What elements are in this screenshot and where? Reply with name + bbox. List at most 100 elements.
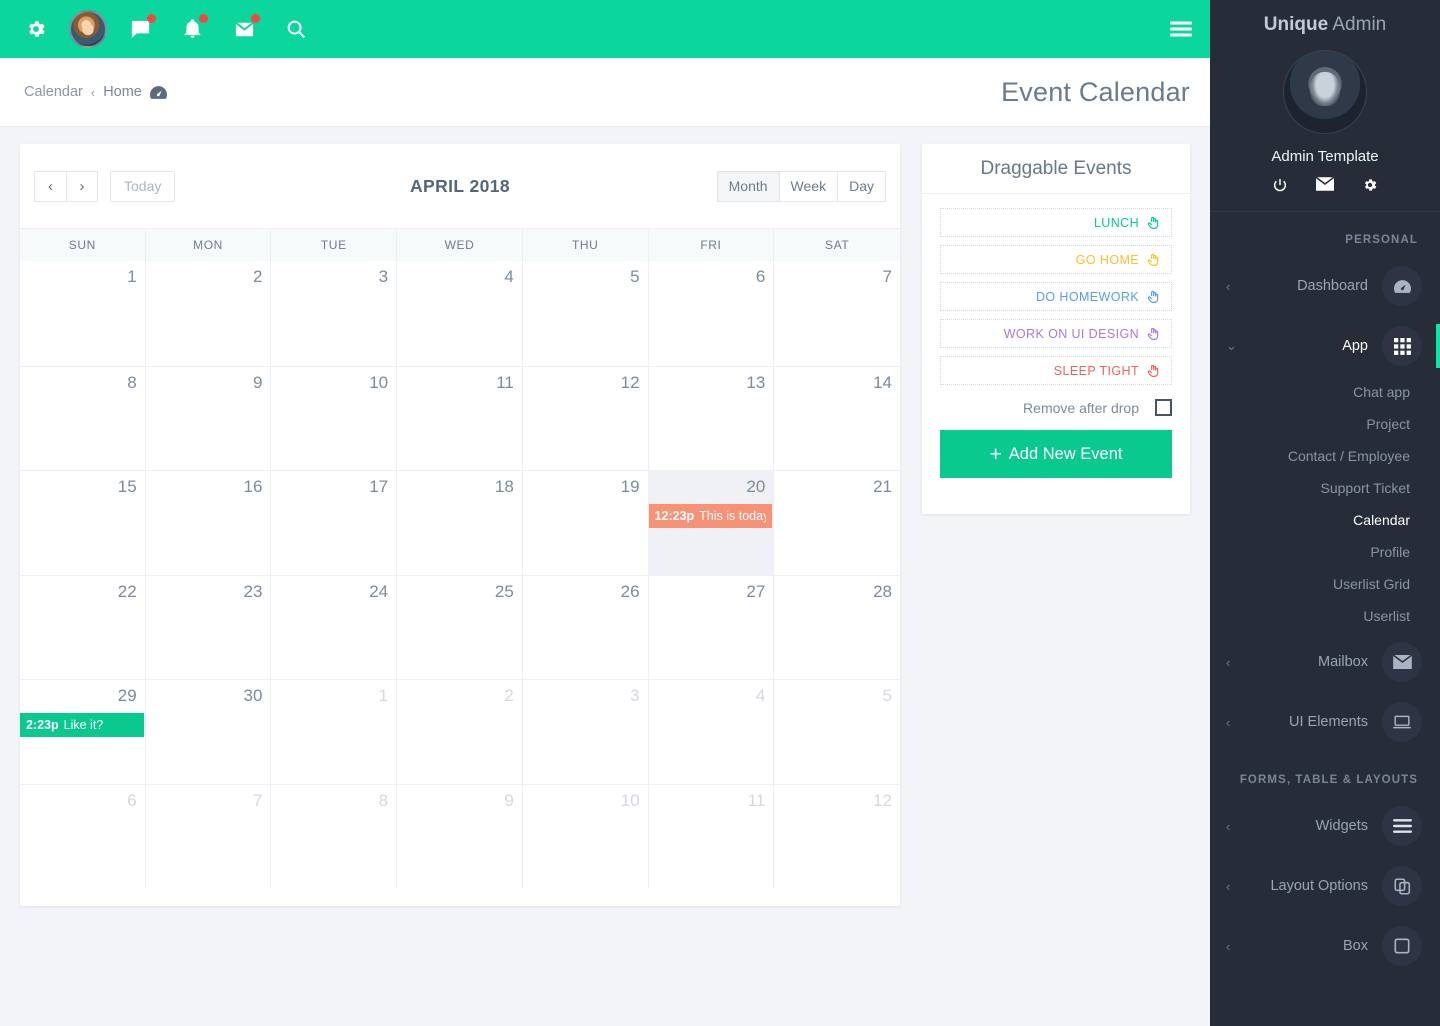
draggable-event-item[interactable]: SLEEP TIGHT	[940, 356, 1172, 385]
calendar-day-cell[interactable]: 3	[523, 680, 649, 784]
calendar-day-cell[interactable]: 16	[146, 471, 272, 575]
calendar-day-cell[interactable]: 14	[774, 367, 900, 471]
drag-hand-icon	[1146, 215, 1161, 230]
calendar-day-cell[interactable]: 7	[774, 261, 900, 366]
calendar-day-cell[interactable]: 1	[271, 680, 398, 784]
calendar-day-cell[interactable]: 23	[146, 575, 272, 679]
envelope-icon	[1382, 642, 1422, 682]
calendar-day-cell[interactable]: 17	[271, 471, 398, 575]
gear-icon[interactable]	[10, 0, 62, 58]
calendar-day-cell[interactable]: 26	[523, 575, 649, 679]
draggable-event-item[interactable]: LUNCH	[940, 208, 1172, 237]
calendar-day-cell[interactable]: 4	[397, 261, 523, 366]
draggable-event-item[interactable]: DO HOMEWORK	[940, 282, 1172, 311]
sidebar-subitem-userlist-grid[interactable]: Userlist Grid	[1210, 568, 1440, 600]
calendar-day-cell[interactable]: 15	[20, 471, 146, 575]
sidebar-item-layout-options[interactable]: ‹ Layout Options	[1210, 856, 1440, 916]
breadcrumb-bar: Calendar ‹ Home Event Calendar	[0, 58, 1210, 126]
sidebar-item-box[interactable]: ‹ Box	[1210, 916, 1440, 976]
chevron-left-icon: ‹	[1226, 714, 1231, 730]
calendar-day-cell[interactable]: 9	[146, 366, 272, 470]
menu-toggle-button[interactable]	[1170, 19, 1192, 40]
calendar-day-cell[interactable]: 10	[523, 784, 649, 888]
sidebar-item-dashboard[interactable]: ‹ Dashboard	[1210, 256, 1440, 316]
envelope-icon[interactable]	[1316, 177, 1334, 193]
profile-avatar[interactable]	[1283, 50, 1367, 134]
remove-after-drop-row: Remove after drop	[940, 399, 1172, 416]
view-button-week[interactable]: Week	[778, 170, 838, 202]
calendar-day-cell[interactable]: 6	[20, 784, 146, 888]
calendar-day-cell[interactable]: 6	[649, 261, 775, 366]
calendar-event[interactable]: 2:23p Like it?	[20, 713, 144, 737]
calendar-day-cell[interactable]: 13	[649, 366, 775, 470]
calendar-day-cell[interactable]: 11	[397, 366, 523, 470]
next-month-button[interactable]: ›	[66, 170, 98, 202]
sidebar-brand[interactable]: Unique Admin	[1210, 0, 1440, 36]
calendar-day-cell[interactable]: 30	[146, 680, 272, 784]
calendar-day-cell[interactable]: 20 12:23p This is today	[648, 471, 775, 575]
calendar-day-cell[interactable]: 29 2:23p Like it?	[20, 680, 146, 784]
calendar-day-cell[interactable]: 8	[20, 366, 146, 470]
view-button-month[interactable]: Month	[716, 170, 779, 202]
calendar-day-cell[interactable]: 27	[649, 575, 775, 679]
envelope-icon[interactable]	[218, 0, 270, 58]
breadcrumb-home-link[interactable]: Home	[103, 84, 142, 100]
sidebar-item-ui-elements[interactable]: ‹ UI Elements	[1210, 692, 1440, 752]
sidebar-subitem-calendar[interactable]: Calendar	[1210, 504, 1440, 536]
day-number: 15	[117, 477, 137, 496]
sidebar-item-label: UI Elements	[1289, 714, 1368, 730]
prev-month-button[interactable]: ‹	[34, 170, 66, 202]
search-icon[interactable]	[270, 0, 322, 58]
calendar-day-cell[interactable]: 12	[523, 366, 649, 470]
sidebar-subitem-profile[interactable]: Profile	[1210, 536, 1440, 568]
day-header: FRI	[648, 229, 775, 261]
today-button[interactable]: Today	[110, 170, 176, 202]
sidebar-subitem-chat-app[interactable]: Chat app	[1210, 376, 1440, 408]
bell-icon[interactable]	[166, 0, 218, 58]
sidebar-subitem-support-ticket[interactable]: Support Ticket	[1210, 472, 1440, 504]
sidebar-subitem-contact-employee[interactable]: Contact / Employee	[1210, 440, 1440, 472]
calendar-day-cell[interactable]: 5	[523, 261, 649, 366]
chevron-left-icon: ‹	[1226, 278, 1231, 294]
calendar-day-cell[interactable]: 18	[397, 471, 523, 575]
calendar-day-cell[interactable]: 19	[523, 471, 649, 575]
sidebar-item-mailbox[interactable]: ‹ Mailbox	[1210, 632, 1440, 692]
sidebar-subitem-project[interactable]: Project	[1210, 408, 1440, 440]
calendar-day-cell[interactable]: 7	[146, 784, 272, 888]
calendar-day-cell[interactable]: 11	[649, 784, 775, 888]
calendar-day-cell[interactable]: 9	[397, 784, 523, 888]
draggable-event-label: DO HOMEWORK	[1035, 289, 1139, 304]
calendar-day-cell[interactable]: 28	[774, 576, 900, 680]
calendar-day-cell[interactable]: 8	[271, 784, 398, 888]
draggable-events-header: Draggable Events	[922, 144, 1190, 194]
calendar-day-cell[interactable]: 4	[649, 680, 775, 784]
calendar-day-cell[interactable]: 12	[774, 785, 900, 889]
day-number: 25	[494, 581, 514, 601]
day-header: SAT	[774, 229, 900, 261]
calendar-day-cell[interactable]: 5	[774, 680, 900, 784]
add-new-event-label: Add New Event	[1008, 444, 1123, 463]
calendar-day-cell[interactable]: 2	[146, 261, 272, 366]
calendar-day-cell[interactable]: 3	[271, 261, 398, 366]
calendar-day-cell[interactable]: 2	[397, 680, 523, 784]
view-button-day[interactable]: Day	[837, 170, 886, 202]
sidebar-item-app[interactable]: ⌄ App	[1210, 316, 1440, 376]
power-icon[interactable]	[1272, 177, 1288, 193]
calendar-day-cell[interactable]: 21	[774, 471, 900, 575]
calendar-day-cell[interactable]: 10	[271, 366, 398, 470]
sidebar-item-widgets[interactable]: ‹ Widgets	[1210, 796, 1440, 856]
avatar[interactable]	[62, 0, 114, 58]
gear-icon[interactable]	[1362, 177, 1378, 193]
draggable-event-item[interactable]: GO HOME	[940, 245, 1172, 274]
draggable-event-item[interactable]: WORK ON UI DESIGN	[940, 319, 1172, 348]
chat-icon[interactable]	[114, 0, 166, 58]
calendar-event[interactable]: 12:23p This is today	[648, 504, 773, 528]
calendar-day-cell[interactable]: 22	[20, 575, 146, 679]
sidebar-subitem-userlist[interactable]: Userlist	[1210, 600, 1440, 632]
drag-hand-icon	[1146, 289, 1161, 304]
add-new-event-button[interactable]: + Add New Event	[940, 430, 1172, 478]
calendar-day-cell[interactable]: 24	[271, 575, 398, 679]
calendar-day-cell[interactable]: 25	[397, 575, 523, 679]
calendar-day-cell[interactable]: 1	[20, 261, 146, 366]
remove-after-drop-checkbox[interactable]	[1155, 399, 1172, 416]
